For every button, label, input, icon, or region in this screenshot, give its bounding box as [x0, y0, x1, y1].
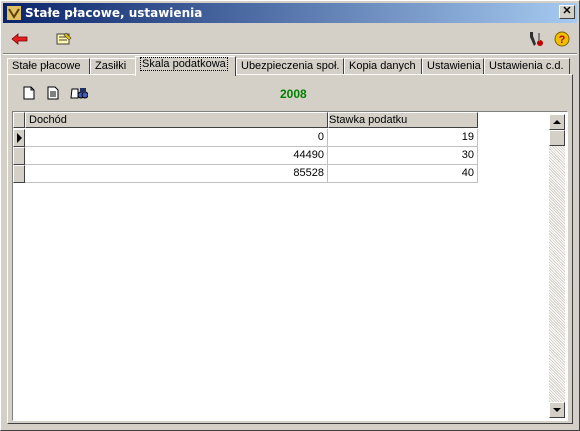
tab-label: Ustawienia	[427, 60, 481, 72]
help-button[interactable]: ?	[551, 29, 573, 49]
tab-ustawienia-cd[interactable]: Ustawienia c.d.	[484, 58, 570, 75]
tax-scale-panel: 2008 Dochód Stawka podatku 0 19 44490 30…	[7, 74, 573, 424]
svg-text:?: ?	[559, 34, 566, 46]
row-indicator[interactable]	[13, 129, 25, 147]
tax-grid[interactable]: Dochód Stawka podatku 0 19 44490 30 8552…	[12, 111, 568, 421]
scroll-up-icon	[553, 120, 561, 124]
new-record-button[interactable]	[18, 83, 40, 103]
vertical-scrollbar[interactable]	[549, 114, 565, 418]
scroll-thumb[interactable]	[549, 130, 565, 146]
income-cell[interactable]: 85528	[25, 165, 328, 183]
column-header-income[interactable]: Dochód	[25, 112, 328, 128]
tab-label: Ustawienia c.d.	[489, 60, 564, 72]
table-row[interactable]: 0 19	[13, 129, 478, 147]
income-cell[interactable]: 0	[25, 129, 328, 147]
toolbar-separator	[3, 53, 577, 55]
tab-ubezpieczenia[interactable]: Ubezpieczenia społ.	[236, 58, 344, 75]
row-indicator[interactable]	[13, 165, 25, 183]
rate-cell[interactable]: 19	[328, 129, 478, 147]
tab-label: Skala podatkowa	[140, 57, 228, 71]
main-toolbar: ?	[3, 25, 577, 53]
tools-icon	[530, 32, 543, 46]
column-header-label: Stawka podatku	[329, 114, 408, 126]
rate-cell[interactable]: 40	[328, 165, 478, 183]
back-arrow-icon	[11, 33, 28, 45]
tab-kopia-danych[interactable]: Kopia danych	[344, 58, 422, 75]
tab-zasilki[interactable]: Zasiłki	[90, 58, 136, 75]
tab-label: Stałe płacowe	[12, 60, 81, 72]
tab-ustawienia[interactable]: Ustawienia	[422, 58, 484, 75]
row-indicator[interactable]	[13, 147, 25, 165]
edit-record-button[interactable]	[42, 83, 64, 103]
tab-label: Zasiłki	[95, 60, 127, 72]
current-row-icon	[17, 133, 22, 143]
table-row[interactable]: 85528 40	[13, 165, 478, 183]
new-document-icon	[23, 86, 35, 100]
title-bar[interactable]: Stałe płacowe, ustawienia ✕	[3, 3, 577, 23]
year-label: 2008	[280, 87, 307, 101]
table-row[interactable]: 44490 30	[13, 147, 478, 165]
scroll-up-button[interactable]	[549, 114, 565, 130]
window-title: Stałe płacowe, ustawienia	[25, 6, 203, 20]
help-icon: ?	[554, 31, 570, 47]
scroll-down-button[interactable]	[549, 402, 565, 418]
row-indicator-header	[13, 112, 25, 128]
tab-stale-placowe[interactable]: Stałe płacowe	[7, 58, 90, 75]
tab-skala-podatkowa[interactable]: Skala podatkowa	[135, 56, 236, 76]
close-icon: ✕	[562, 5, 572, 17]
column-header-label: Dochód	[29, 114, 67, 126]
grid-toolbar: 2008	[12, 81, 568, 107]
close-button[interactable]: ✕	[559, 5, 575, 19]
scroll-down-icon	[553, 408, 561, 412]
column-header-rate[interactable]: Stawka podatku	[328, 112, 478, 128]
binoculars-icon	[70, 88, 88, 99]
search-record-button[interactable]	[68, 83, 90, 103]
income-cell[interactable]: 44490	[25, 147, 328, 165]
notes-icon	[56, 32, 72, 45]
edit-document-icon	[47, 86, 59, 100]
notes-button[interactable]	[53, 29, 75, 49]
tab-label: Ubezpieczenia społ.	[241, 60, 340, 72]
rate-cell[interactable]: 30	[328, 147, 478, 165]
app-icon	[7, 6, 21, 20]
tab-label: Kopia danych	[349, 60, 416, 72]
back-button[interactable]	[9, 29, 31, 49]
settings-window: Stałe płacowe, ustawienia ✕ ? Stałe płac…	[0, 0, 580, 431]
tools-button[interactable]	[525, 29, 547, 49]
